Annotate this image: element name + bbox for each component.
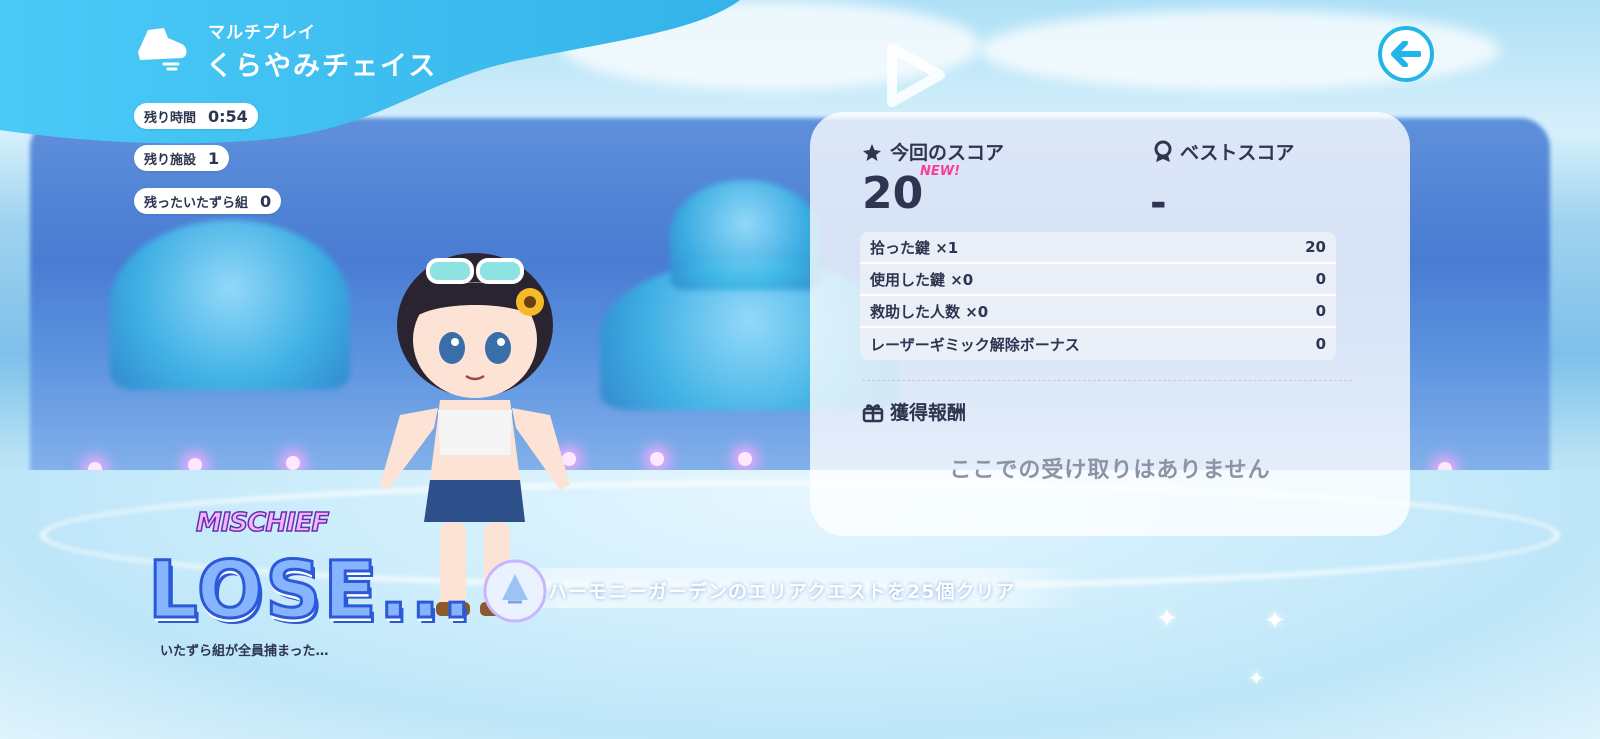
team-label: MISCHIEF bbox=[195, 507, 330, 539]
current-score-header: 今回のスコア bbox=[862, 138, 1004, 165]
reward-empty-message: ここでの受け取りはありません bbox=[949, 458, 1271, 483]
best-score-label: ベストスコア bbox=[1180, 142, 1295, 164]
sparkle-star-icon bbox=[863, 143, 881, 161]
breakdown-label: 使用した鍵 ×0 bbox=[870, 270, 974, 289]
dome bbox=[670, 180, 820, 290]
achievement-medal-icon bbox=[483, 559, 547, 623]
breakdown-value: 0 bbox=[1315, 270, 1326, 288]
mode-title: くらやみチェイス bbox=[206, 51, 438, 82]
stat-label: 残り時間 bbox=[144, 110, 197, 126]
section-divider bbox=[862, 380, 1352, 381]
outcome-text: LOSE... bbox=[147, 545, 474, 638]
new-badge: NEW! bbox=[920, 164, 961, 179]
stage-light bbox=[650, 452, 664, 466]
current-score-value: 20 bbox=[862, 168, 924, 219]
play-icon bbox=[887, 43, 945, 107]
stat-remaining-mischief: 残ったいたずら組 0 bbox=[134, 188, 282, 214]
stat-remaining-facilities: 残り施設 1 bbox=[134, 145, 230, 171]
breakdown-row: レーザーギミック解除ボーナス 0 bbox=[860, 328, 1336, 360]
achievement-text: ハーモニーガーデンのエリアクエストを25個クリア bbox=[548, 581, 1016, 603]
mode-subtitle: マルチプレイ bbox=[208, 23, 316, 43]
reward-header: 獲得報酬 bbox=[862, 398, 966, 425]
stat-label: 残ったいたずら組 bbox=[144, 195, 249, 211]
sparkle-icon: ✦ bbox=[1264, 606, 1286, 636]
stat-label: 残り施設 bbox=[144, 152, 197, 168]
stat-remaining-time: 残り時間 0:54 bbox=[134, 103, 258, 129]
breakdown-label: レーザーギミック解除ボーナス bbox=[870, 335, 1080, 354]
best-score-value: - bbox=[1150, 180, 1167, 226]
medal-icon bbox=[1154, 140, 1172, 162]
breakdown-label: 救助した人数 ×0 bbox=[870, 302, 989, 321]
stat-value: 0:54 bbox=[208, 106, 248, 126]
stage-light bbox=[738, 452, 752, 466]
breakdown-value: 0 bbox=[1315, 302, 1326, 320]
stage-light bbox=[286, 456, 300, 470]
breakdown-value: 0 bbox=[1315, 335, 1326, 353]
dome bbox=[110, 220, 350, 390]
breakdown-value: 20 bbox=[1305, 238, 1326, 256]
current-score-label: 今回のスコア bbox=[890, 142, 1005, 164]
breakdown-row: 救助した人数 ×0 0 bbox=[860, 296, 1336, 328]
running-shoe-icon bbox=[138, 28, 187, 71]
breakdown-row: 拾った鍵 ×1 20 bbox=[860, 232, 1336, 264]
sparkle-icon: ✦ bbox=[1156, 604, 1178, 634]
breakdown-row: 使用した鍵 ×0 0 bbox=[860, 264, 1336, 296]
breakdown-label: 拾った鍵 ×1 bbox=[870, 238, 959, 257]
sparkle-icon: ✦ bbox=[1248, 666, 1265, 690]
back-button[interactable] bbox=[1378, 26, 1434, 82]
arrow-left-icon bbox=[1391, 41, 1421, 67]
gift-icon bbox=[862, 403, 884, 422]
reward-label: 獲得報酬 bbox=[890, 402, 967, 424]
best-score-header: ベストスコア bbox=[1152, 138, 1294, 165]
stat-value: 0 bbox=[260, 191, 272, 211]
score-breakdown: 拾った鍵 ×1 20 使用した鍵 ×0 0 救助した人数 ×0 0 レーザーギミ… bbox=[860, 232, 1336, 360]
stat-value: 1 bbox=[208, 148, 220, 168]
outcome-message: いたずら組が全員捕まった… bbox=[160, 644, 329, 659]
score-panel: 今回のスコア 20 NEW! ベストスコア - 拾った鍵 ×1 20 使用した鍵… bbox=[810, 112, 1410, 536]
